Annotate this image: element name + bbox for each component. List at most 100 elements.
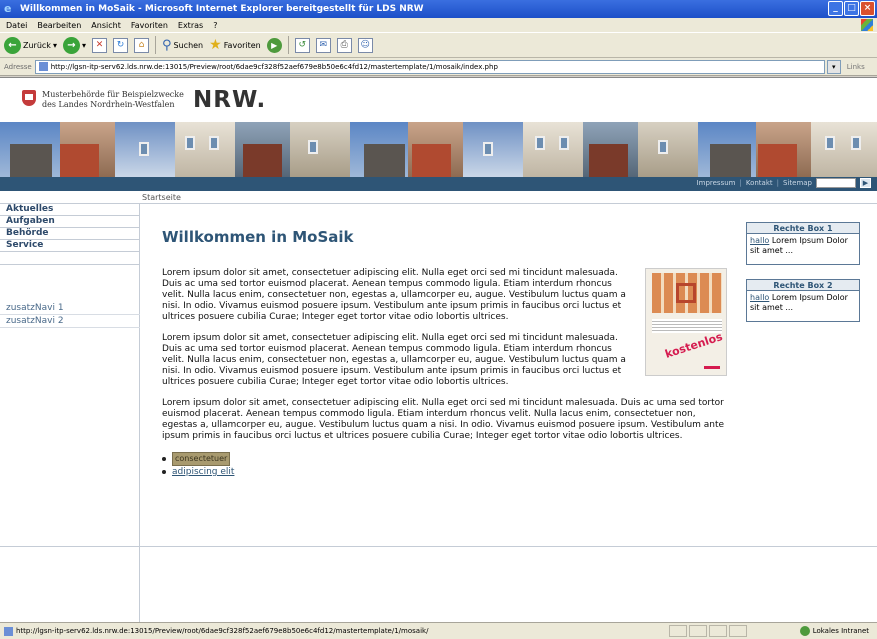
- nav-item-aktuelles[interactable]: Aktuelles: [0, 204, 139, 216]
- menu-favoriten[interactable]: Favoriten: [131, 21, 168, 30]
- nav-item-service[interactable]: Service: [0, 240, 139, 252]
- address-label: Adresse: [4, 62, 32, 71]
- banner-tile: [290, 122, 350, 177]
- maximize-button[interactable]: □: [844, 1, 859, 16]
- link-consectetuer[interactable]: consectetuer: [172, 452, 231, 466]
- chevron-down-icon: ▾: [52, 40, 57, 50]
- toolbar-separator: [154, 36, 156, 54]
- intranet-icon: [799, 626, 810, 636]
- banner-tile: [811, 122, 877, 177]
- right-column: Rechte Box 1 hallo Lorem Ipsum Dolor sit…: [746, 222, 860, 336]
- nav-spacer: [0, 252, 139, 265]
- ie-logo-icon: e: [4, 2, 12, 15]
- extra-nav-item-2[interactable]: zusatzNavi 2: [0, 315, 140, 328]
- history-icon[interactable]: ↺: [294, 37, 310, 53]
- search-button[interactable]: ⚲ Suchen: [162, 38, 203, 53]
- banner-tile: [523, 122, 583, 177]
- favorites-button[interactable]: ★ Favoriten: [209, 37, 261, 53]
- window-controls: _ □ ×: [828, 1, 875, 16]
- right-box-title: Rechte Box 2: [747, 280, 859, 291]
- banner-tile: [756, 122, 811, 177]
- authority-logo[interactable]: Musterbehörde für Beispielzwecke des Lan…: [22, 90, 184, 110]
- right-box-body: hallo Lorem Ipsum Dolor sit amet ...: [747, 234, 859, 264]
- media-icon[interactable]: ▶: [266, 37, 282, 53]
- teaser-image[interactable]: kostenlos: [645, 268, 727, 376]
- banner-tile: [583, 122, 638, 177]
- authority-name: Musterbehörde für Beispielzwecke des Lan…: [42, 90, 184, 110]
- security-zone[interactable]: Lokales Intranet: [799, 626, 869, 636]
- toolbar-separator: [287, 36, 289, 54]
- banner-tile: [698, 122, 756, 177]
- menu-help[interactable]: ?: [213, 21, 217, 30]
- right-box-link[interactable]: hallo: [750, 293, 769, 302]
- back-button[interactable]: ← Zurück ▾: [4, 36, 57, 54]
- window-title: Willkommen in MoSaik - Microsoft Interne…: [20, 4, 424, 14]
- nav-item-behoerde[interactable]: Behörde: [0, 228, 139, 240]
- banner-tile: [638, 122, 698, 177]
- right-box-2: Rechte Box 2 hallo Lorem Ipsum Dolor sit…: [746, 279, 860, 322]
- bullet: [162, 470, 166, 474]
- mail-icon[interactable]: ✉: [315, 37, 331, 53]
- address-input[interactable]: http://lgsn-itp-serv62.lds.nrw.de:13015/…: [34, 59, 825, 74]
- right-box-1: Rechte Box 1 hallo Lorem Ipsum Dolor sit…: [746, 222, 860, 265]
- extra-navigation: zusatzNavi 1 zusatzNavi 2: [0, 302, 140, 328]
- status-cells: [669, 625, 747, 637]
- menu-extras[interactable]: Extras: [178, 21, 203, 30]
- search-submit-button[interactable]: ▶: [860, 178, 871, 188]
- menu-datei[interactable]: Datei: [6, 21, 27, 30]
- menu-bar: Datei Bearbeiten Ansicht Favoriten Extra…: [0, 18, 877, 32]
- right-box-title: Rechte Box 1: [747, 223, 859, 234]
- banner-tile: [60, 122, 115, 177]
- forward-button[interactable]: → ▾: [62, 36, 86, 54]
- authority-line-2: des Landes Nordrhein-Westfalen: [42, 100, 175, 109]
- meta-nav: Impressum | Kontakt | Sitemap ▶: [697, 178, 871, 188]
- link-list: consectetuer adipiscing elit: [162, 452, 727, 478]
- authority-line-1: Musterbehörde für Beispielzwecke: [42, 90, 184, 99]
- chevron-down-icon: ▾: [81, 40, 86, 50]
- list-item: adipiscing elit: [162, 466, 727, 478]
- home-icon[interactable]: ⌂: [133, 37, 149, 53]
- nav-item-aufgaben[interactable]: Aufgaben: [0, 216, 139, 228]
- right-box-body: hallo Lorem Ipsum Dolor sit amet ...: [747, 291, 859, 321]
- page-icon: [38, 62, 48, 71]
- header-banner-image: [0, 122, 877, 177]
- menu-ansicht[interactable]: Ansicht: [91, 21, 121, 30]
- right-box-link[interactable]: hallo: [750, 236, 769, 245]
- meta-link-kontakt[interactable]: Kontakt: [746, 179, 773, 187]
- meta-divider: |: [739, 179, 742, 187]
- crest-icon: [22, 90, 36, 106]
- status-url: http://lgsn-itp-serv62.lds.nrw.de:13015/…: [16, 627, 429, 635]
- left-navigation: Aktuelles Aufgaben Behörde Service zusat…: [0, 204, 140, 623]
- status-bar: http://lgsn-itp-serv62.lds.nrw.de:13015/…: [0, 622, 877, 639]
- breadcrumb-row: Startseite: [0, 191, 877, 204]
- nrw-logo[interactable]: NRW.: [193, 87, 266, 113]
- banner-tile: [408, 122, 463, 177]
- print-icon[interactable]: ⎙: [336, 37, 352, 53]
- links-button[interactable]: Links: [847, 63, 865, 71]
- banner-tile: [115, 122, 175, 177]
- site-search-input[interactable]: [816, 178, 856, 188]
- minimize-button[interactable]: _: [828, 1, 843, 16]
- meta-link-impressum[interactable]: Impressum: [697, 179, 736, 187]
- menu-bearbeiten[interactable]: Bearbeiten: [37, 21, 81, 30]
- breadcrumb[interactable]: Startseite: [142, 193, 181, 202]
- teaser-stamp: kostenlos: [663, 330, 725, 361]
- star-icon: ★: [209, 37, 222, 53]
- windows-logo-icon: [861, 19, 873, 31]
- back-label: Zurück: [23, 40, 51, 50]
- list-item: consectetuer: [162, 452, 727, 466]
- forward-arrow-icon: →: [62, 36, 80, 54]
- address-dropdown[interactable]: ▾: [826, 59, 841, 74]
- messenger-icon[interactable]: ☺: [357, 37, 373, 53]
- page-icon: [4, 626, 13, 636]
- refresh-icon[interactable]: ↻: [112, 37, 128, 53]
- extra-nav-item-1[interactable]: zusatzNavi 1: [0, 302, 140, 315]
- site-header: Musterbehörde für Beispielzwecke des Lan…: [0, 78, 877, 122]
- search-icon: ⚲: [161, 37, 172, 53]
- link-adipiscing-elit[interactable]: adipiscing elit: [172, 466, 234, 478]
- window-title-bar: e Willkommen in MoSaik - Microsoft Inter…: [0, 0, 877, 18]
- banner-tile: [463, 122, 523, 177]
- close-button[interactable]: ×: [860, 1, 875, 16]
- stop-icon[interactable]: ✕: [91, 37, 107, 53]
- meta-link-sitemap[interactable]: Sitemap: [783, 179, 812, 187]
